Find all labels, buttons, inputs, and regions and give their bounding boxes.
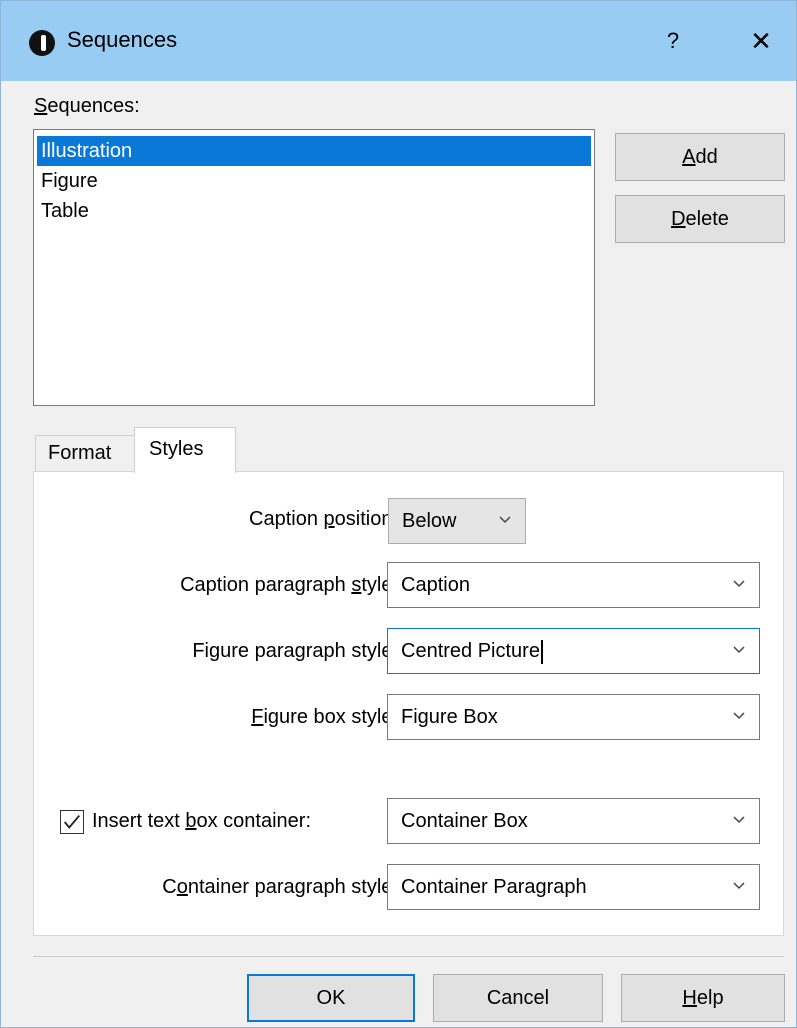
figure-box-style-label: Figure box style: bbox=[251, 706, 398, 728]
chevron-down-icon bbox=[733, 580, 745, 588]
checkmark-icon bbox=[63, 814, 81, 829]
caption-paragraph-style-label: Caption paragraph style: bbox=[180, 574, 398, 596]
figure-box-style-select[interactable]: Figure Box bbox=[387, 694, 760, 740]
caption-position-select[interactable]: Below bbox=[388, 498, 526, 544]
help-button[interactable]: Help bbox=[621, 974, 785, 1022]
list-item[interactable]: Table bbox=[37, 196, 591, 226]
ok-button[interactable]: OK bbox=[247, 974, 415, 1022]
container-paragraph-style-label: Container paragraph style: bbox=[162, 876, 398, 898]
sequences-dialog: Sequences ? ✕ Sequences: Illustration Fi… bbox=[0, 0, 797, 1028]
sequences-list[interactable]: Illustration Figure Table bbox=[33, 129, 595, 406]
container-paragraph-style-select[interactable]: Container Paragraph bbox=[387, 864, 760, 910]
chevron-down-icon bbox=[499, 516, 511, 524]
container-box-select[interactable]: Container Box bbox=[387, 798, 760, 844]
footer-separator bbox=[33, 956, 784, 957]
sequences-label: Sequences: bbox=[34, 95, 140, 117]
chevron-down-icon bbox=[733, 816, 745, 824]
list-item[interactable]: Figure bbox=[37, 166, 591, 196]
close-icon[interactable]: ✕ bbox=[741, 23, 781, 59]
insert-text-box-container-label[interactable]: Insert text box container: bbox=[92, 810, 311, 833]
text-caret bbox=[540, 639, 543, 664]
help-title-button[interactable]: ? bbox=[653, 25, 693, 57]
cancel-button[interactable]: Cancel bbox=[433, 974, 603, 1022]
add-button[interactable]: Add bbox=[615, 133, 785, 181]
chevron-down-icon bbox=[733, 646, 745, 654]
caption-position-label: Caption position: bbox=[249, 508, 398, 530]
figure-paragraph-style-select[interactable]: Centred Picture bbox=[387, 628, 760, 674]
window-title: Sequences bbox=[67, 27, 178, 52]
chevron-down-icon bbox=[733, 882, 745, 890]
info-circle-icon bbox=[29, 30, 55, 56]
figure-paragraph-style-label: Figure paragraph style: bbox=[192, 640, 398, 662]
caption-paragraph-style-select[interactable]: Caption bbox=[387, 562, 760, 608]
delete-button[interactable]: Delete bbox=[615, 195, 785, 243]
styles-tab-panel: Caption position: Below Caption paragrap… bbox=[33, 471, 784, 936]
insert-text-box-checkbox[interactable] bbox=[60, 810, 84, 834]
chevron-down-icon bbox=[733, 712, 745, 720]
list-item[interactable]: Illustration bbox=[37, 136, 591, 166]
title-bar[interactable]: Sequences ? ✕ bbox=[1, 1, 796, 81]
tab-styles[interactable]: Styles bbox=[134, 427, 236, 473]
tab-format[interactable]: Format bbox=[35, 435, 135, 471]
